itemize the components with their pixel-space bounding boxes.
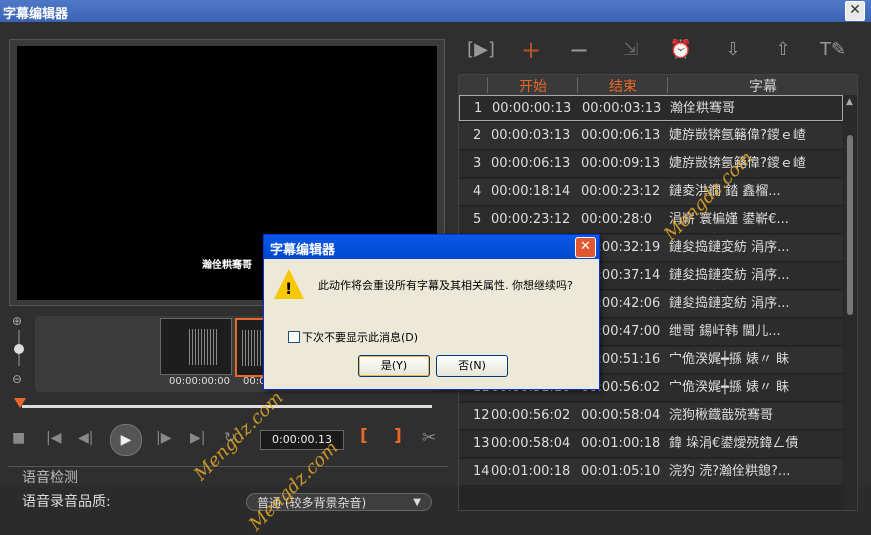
table-row[interactable]: 3 00:00:06:13 00:00:09:13 婕斿敱锛氬簵偉?鑁ｅ嵖 xyxy=(459,151,843,178)
cell-text: 宀佹湀娓┿搎 婊〃 眛 xyxy=(669,352,790,367)
quality-label: 语音录音品质: xyxy=(22,494,111,510)
cell-start: 00:00:03:13 xyxy=(491,128,571,143)
dont-show-again-label[interactable]: 下次不要显示此消息(D) xyxy=(302,329,418,345)
dialog-close-button[interactable]: ✕ xyxy=(575,237,596,258)
cell-end: 00:00:23:12 xyxy=(581,184,661,199)
zoom-out-icon[interactable]: ⊖ xyxy=(12,372,22,386)
chevron-down-icon: ▼ xyxy=(413,497,421,508)
dialog-title: 字幕编辑器 xyxy=(270,243,336,258)
cell-start: 00:00:56:02 xyxy=(491,408,571,423)
window-close-button[interactable]: ✕ xyxy=(845,1,865,21)
mark-out-button[interactable]: ] xyxy=(394,426,402,446)
window-title: 字幕编辑器 xyxy=(3,7,69,22)
cell-start: 00:00:18:14 xyxy=(491,184,571,199)
prev-frame-icon[interactable]: ◀| xyxy=(78,430,93,446)
no-button[interactable]: 否(N) xyxy=(436,355,508,377)
cell-start: 00:01:00:18 xyxy=(491,464,571,479)
export-icon[interactable]: ⇧ xyxy=(768,36,798,64)
waveform xyxy=(189,329,219,365)
cell-num: 5 xyxy=(473,212,482,227)
header-start[interactable]: 开始 xyxy=(519,76,547,96)
header-divider xyxy=(667,77,668,93)
dont-show-again-checkbox[interactable] xyxy=(288,331,300,343)
subtitle-toolbar: [▶] + − ⇲ ⏰ ⇩ ⇧ T✎ xyxy=(458,36,858,66)
add-icon[interactable]: + xyxy=(516,36,546,64)
cell-text: 宀佹湀娓┿搎 婊〃 眛 xyxy=(669,380,790,395)
dialog-message: 此动作将会重设所有字幕及其相关属性. 你想继续吗? xyxy=(318,279,573,292)
table-row[interactable]: 2 00:00:03:13 00:00:06:13 婕斿敱锛氬簵偉?鑁ｅ嵖 xyxy=(459,123,843,150)
go-start-icon[interactable]: |◀ xyxy=(46,430,61,446)
header-subtitle[interactable]: 字幕 xyxy=(749,76,777,96)
cell-text: 婕斿敱锛氬簵偉?鑁ｅ嵖 xyxy=(669,128,806,143)
table-row[interactable]: 14 00:01:00:18 00:01:05:10 浣犳 涜?瀚佺粠鎴?... xyxy=(459,459,843,486)
next-frame-icon[interactable]: |▶ xyxy=(156,430,171,446)
header-end[interactable]: 结束 xyxy=(609,76,637,96)
scrub-bar[interactable] xyxy=(14,398,434,412)
dialog-title-bar: 字幕编辑器 ✕ xyxy=(264,235,599,259)
voice-detection-heading: 语音检测 xyxy=(22,470,78,486)
go-end-icon[interactable]: ▶| xyxy=(190,430,205,446)
table-row[interactable]: 5 00:00:23:12 00:00:28:0 涓嶄 寰楄嫤 鍙嶄€... xyxy=(459,207,843,234)
cell-num: 2 xyxy=(473,128,482,143)
zoom-slider-knob[interactable] xyxy=(14,344,24,354)
cell-end: 00:01:05:10 xyxy=(581,464,661,479)
cell-num: 13 xyxy=(473,436,490,451)
alarm-icon[interactable]: ⏰ xyxy=(666,36,696,64)
cell-end: 00:00:09:13 xyxy=(581,156,661,171)
scrub-track[interactable] xyxy=(22,405,432,408)
table-row[interactable]: 1 00:00:00:13 00:00:03:13 瀚佺粠骞哥 xyxy=(459,95,843,121)
cell-text: 浣狗楸鐡戠殑骞哥 xyxy=(669,408,774,423)
play-selection-icon[interactable]: [▶] xyxy=(466,36,496,64)
cell-text: 鏈夋捣鏈変紡 涓序... xyxy=(669,268,790,283)
import-icon[interactable]: ⇩ xyxy=(718,36,748,64)
table-row[interactable]: 12 00:00:56:02 00:00:58:04 浣狗楸鐡戠殑骞哥 xyxy=(459,403,843,430)
cell-text: 瀚佺粠骞哥 xyxy=(670,101,736,116)
cell-text: 鍏 垛涓€鍙燰殑鍏ㄥ債 xyxy=(669,436,799,451)
cell-text: 鏈夋捣鏈変紡 涓序... xyxy=(669,240,790,255)
clip-timecode: 00:00:00:00 xyxy=(169,376,231,387)
cell-start: 00:00:06:13 xyxy=(491,156,571,171)
playhead[interactable] xyxy=(14,398,26,408)
warning-exclamation: ! xyxy=(285,279,293,298)
zoom-control[interactable]: ⊕ ⊖ xyxy=(12,314,26,386)
cell-num: 12 xyxy=(473,408,490,423)
scroll-thumb[interactable] xyxy=(847,135,853,315)
header-divider xyxy=(577,77,578,93)
cell-text: 浣犳 涜?瀚佺粠鎴?... xyxy=(669,464,791,479)
title-bar: 字幕编辑器 ✕ xyxy=(0,0,871,22)
merge-icon[interactable]: ⇲ xyxy=(616,36,646,64)
cell-text: 鏈夋捣鏈変紡 涓序... xyxy=(669,296,790,311)
cell-start: 00:00:00:13 xyxy=(492,101,572,116)
voice-detection-panel: 语音检测 语音录音品质: 普通 (较多背景杂音) ▼ xyxy=(8,466,448,511)
remove-icon[interactable]: − xyxy=(564,36,594,64)
cell-end: 00:00:28:0 xyxy=(581,212,653,227)
audio-clip[interactable] xyxy=(160,318,232,375)
cell-num: 1 xyxy=(474,101,483,116)
list-header: 开始 结束 字幕 xyxy=(459,75,857,95)
vertical-scrollbar[interactable]: ▲ xyxy=(844,95,856,510)
cell-text: 绁哥 鍚屽韩 閫儿... xyxy=(669,324,781,339)
table-row[interactable]: 4 00:00:18:14 00:00:23:12 鏈夌洪鐗 錔 鑫榴... xyxy=(459,179,843,206)
cell-start: 00:00:58:04 xyxy=(491,436,571,451)
cell-num: 14 xyxy=(473,464,490,479)
header-divider xyxy=(487,77,488,93)
scroll-up-icon[interactable]: ▲ xyxy=(846,97,853,107)
preview-subtitle: 瀚佺粠骞哥 xyxy=(202,260,252,271)
cell-num: 4 xyxy=(473,184,482,199)
yes-button[interactable]: 是(Y) xyxy=(358,355,430,377)
cell-end: 00:00:03:13 xyxy=(582,101,662,116)
cell-end: 00:00:58:04 xyxy=(581,408,661,423)
text-edit-icon[interactable]: T✎ xyxy=(818,36,848,64)
zoom-in-icon[interactable]: ⊕ xyxy=(12,314,22,328)
cell-end: 00:00:06:13 xyxy=(581,128,661,143)
split-icon[interactable]: ✂ xyxy=(422,428,436,448)
stop-icon[interactable]: ■ xyxy=(12,430,25,446)
table-row[interactable]: 13 00:00:58:04 00:01:00:18 鍏 垛涓€鍙燰殑鍏ㄥ債 xyxy=(459,431,843,458)
cell-start: 00:00:23:12 xyxy=(491,212,571,227)
confirm-dialog: 字幕编辑器 ✕ ! 此动作将会重设所有字幕及其相关属性. 你想继续吗? 下次不要… xyxy=(263,234,600,390)
mark-in-button[interactable]: [ xyxy=(360,426,368,446)
cell-num: 3 xyxy=(473,156,482,171)
cell-end: 00:01:00:18 xyxy=(581,436,661,451)
play-button[interactable]: ▶ xyxy=(110,424,142,456)
